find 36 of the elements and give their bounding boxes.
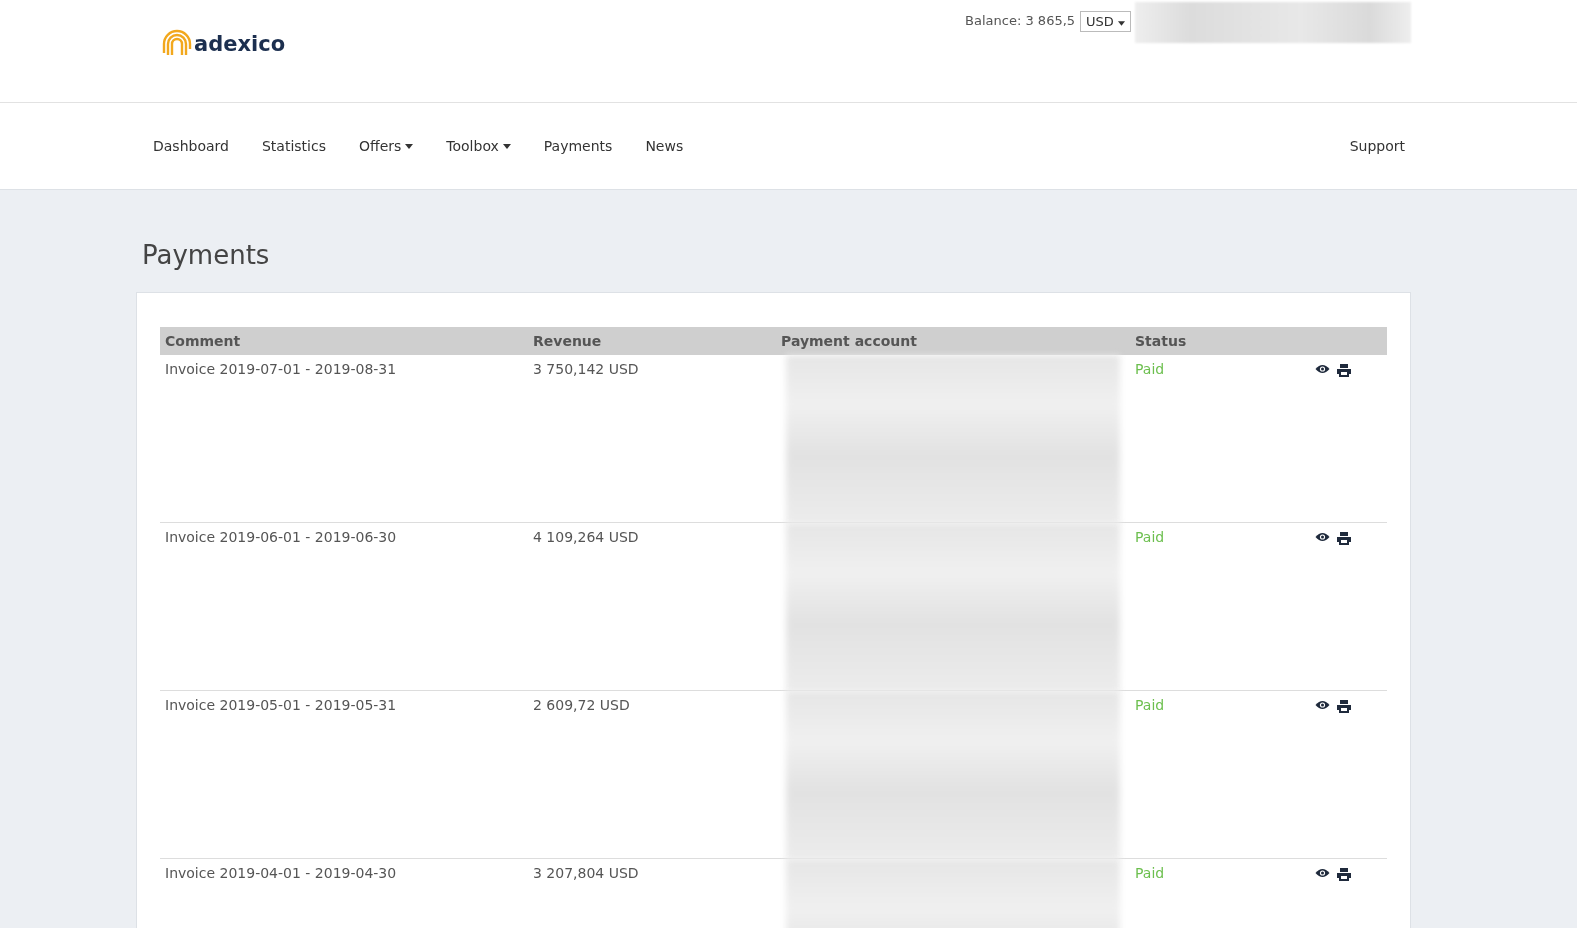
column-header: Comment: [160, 327, 528, 355]
column-header: Payment account: [776, 327, 1130, 355]
eye-icon[interactable]: [1315, 868, 1330, 878]
nav-link[interactable]: Payments: [543, 138, 613, 154]
eye-icon[interactable]: [1315, 532, 1330, 542]
status-text: Paid: [1135, 361, 1165, 377]
nav-link[interactable]: Support: [1349, 138, 1405, 154]
table-cell: 3 750,142 USD: [533, 361, 639, 377]
status-text: Paid: [1135, 697, 1165, 713]
currency-select[interactable]: USD: [1080, 11, 1131, 32]
column-header: Revenue: [528, 327, 776, 355]
balance-label: Balance: 3 865,5: [965, 13, 1076, 28]
printer-icon[interactable]: [1337, 364, 1351, 377]
nav-link[interactable]: Statistics: [261, 138, 326, 154]
table-cell: Invoice 2019-07-01 - 2019-08-31: [165, 361, 397, 377]
nav-link[interactable]: News: [645, 138, 684, 154]
table-cell: 4 109,264 USD: [533, 529, 639, 545]
printer-icon[interactable]: [1337, 532, 1351, 545]
printer-icon[interactable]: [1337, 868, 1351, 881]
logo-text[interactable]: adexico: [194, 32, 286, 56]
table-cell: 2 609,72 USD: [533, 697, 630, 713]
eye-icon[interactable]: [1315, 700, 1330, 710]
caret-icon: [1118, 21, 1125, 26]
column-header: Status: [1130, 327, 1300, 355]
printer-icon[interactable]: [1337, 700, 1351, 713]
table-cell: 3 207,804 USD: [533, 865, 639, 881]
table-cell: Invoice 2019-05-01 - 2019-05-31: [165, 697, 397, 713]
eye-icon[interactable]: [1315, 364, 1330, 374]
nav-link[interactable]: Offers: [358, 138, 414, 154]
nav-link[interactable]: Toolbox: [446, 138, 511, 154]
table-cell: Invoice 2019-04-01 - 2019-04-30: [165, 865, 397, 881]
table-cell: Invoice 2019-06-01 - 2019-06-30: [165, 529, 397, 545]
page-title: Payments: [142, 240, 271, 270]
nav-link[interactable]: Dashboard: [153, 138, 229, 154]
status-text: Paid: [1135, 529, 1165, 545]
status-text: Paid: [1135, 865, 1165, 881]
